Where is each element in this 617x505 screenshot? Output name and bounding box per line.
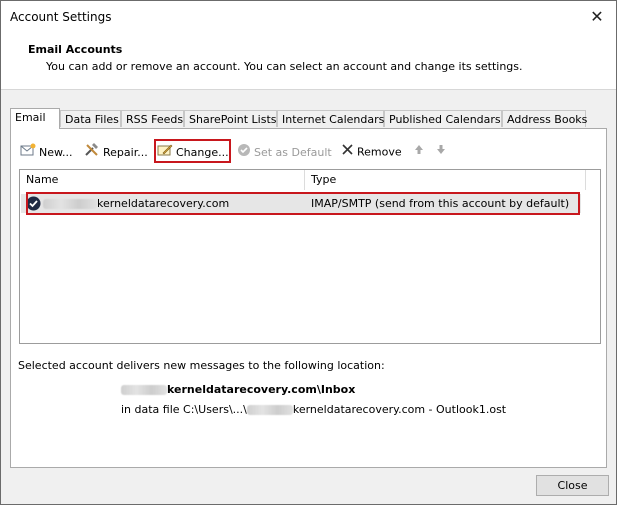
account-settings-dialog: Account Settings ✕ Email Accounts You ca… (0, 0, 617, 505)
window-title: Account Settings (10, 10, 112, 24)
column-divider (585, 170, 586, 190)
remove-button-label: Remove (357, 145, 402, 159)
close-icon[interactable]: ✕ (582, 5, 612, 29)
delivery-data-file: in data file C:\Users\...\ kerneldatareco… (121, 403, 506, 416)
header-subtitle: You can add or remove an account. You ca… (46, 60, 523, 73)
accounts-list: Name Type kerneldatarecovery.com IMAP/SM… (19, 169, 601, 344)
header-title: Email Accounts (28, 43, 123, 56)
remove-x-icon (341, 143, 354, 162)
account-row-highlight (26, 192, 580, 215)
tab-email[interactable]: Email (10, 108, 60, 129)
tab-published-calendars[interactable]: Published Calendars (384, 110, 502, 127)
arrow-up-icon (414, 143, 424, 161)
set-as-default-button[interactable]: Set as Default (237, 143, 332, 161)
tab-sharepoint-lists[interactable]: SharePoint Lists (184, 110, 277, 127)
repair-tools-icon (84, 143, 100, 163)
tab-internet-calendars[interactable]: Internet Calendars (277, 110, 384, 127)
email-tab-panel: New... Repair... Change... Set as Defaul… (10, 128, 607, 468)
tab-address-books[interactable]: Address Books (502, 110, 587, 127)
header: Email Accounts You can add or remove an … (1, 33, 616, 90)
new-button-label: New... (39, 146, 73, 159)
change-button-highlight (154, 139, 231, 163)
arrow-down-icon (436, 143, 446, 161)
tab-rss-feeds[interactable]: RSS Feeds (121, 110, 184, 127)
move-down-button[interactable] (436, 143, 449, 161)
close-button[interactable]: Close (536, 475, 609, 496)
new-account-icon (20, 143, 36, 163)
check-circle-icon (237, 143, 251, 163)
redacted-username (121, 385, 167, 395)
delivery-location-label: Selected account delivers new messages t… (18, 359, 385, 372)
tab-data-files[interactable]: Data Files (60, 110, 121, 127)
move-up-button[interactable] (414, 143, 427, 161)
new-button[interactable]: New... (20, 143, 72, 161)
column-header-name[interactable]: Name (20, 170, 304, 190)
redacted-username (246, 405, 293, 415)
delivery-folder-path: kerneldatarecovery.com\Inbox (167, 383, 356, 396)
column-header-type[interactable]: Type (305, 170, 585, 190)
repair-button-label: Repair... (103, 146, 148, 159)
data-file-suffix: kerneldatarecovery.com - Outlook1.ost (292, 403, 507, 416)
delivery-folder: kerneldatarecovery.com\Inbox (121, 383, 355, 396)
remove-button[interactable]: Remove (341, 143, 402, 161)
repair-button[interactable]: Repair... (84, 143, 148, 161)
title-bar: Account Settings ✕ (1, 1, 616, 33)
data-file-prefix: in data file C:\Users\...\ (121, 403, 247, 416)
set-as-default-label: Set as Default (254, 146, 332, 159)
